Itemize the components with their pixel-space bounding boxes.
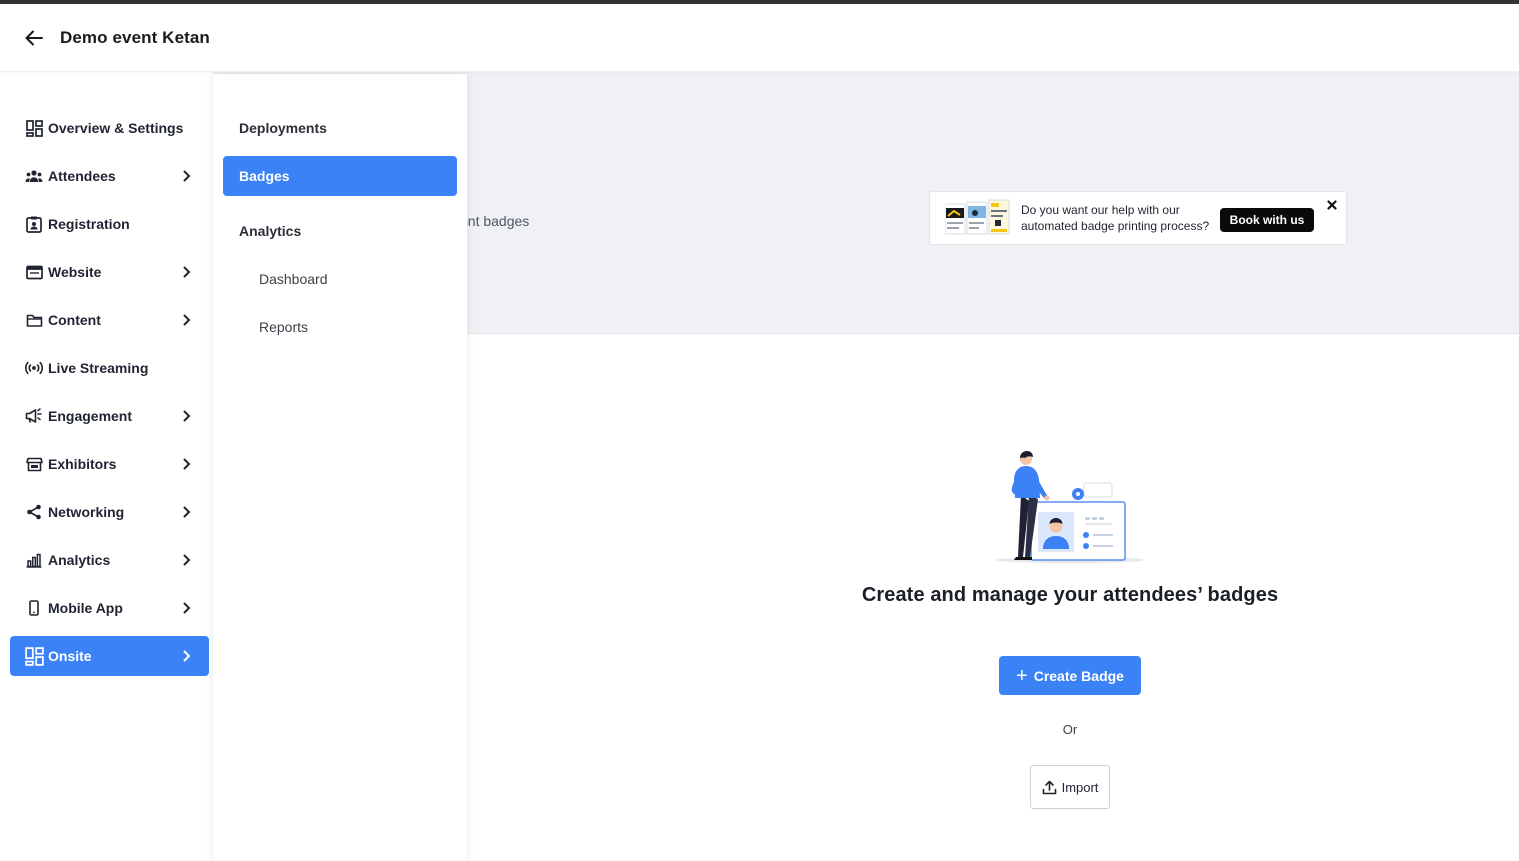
sidebar-item-label: Live Streaming bbox=[48, 360, 149, 376]
sidebar-item-analytics[interactable]: Analytics bbox=[10, 540, 209, 580]
sidebar-item-attendees[interactable]: Attendees bbox=[10, 156, 209, 196]
megaphone-icon bbox=[24, 406, 44, 426]
or-separator: Or bbox=[1062, 722, 1078, 737]
import-button[interactable]: Import bbox=[1030, 765, 1110, 809]
chevron-right-icon bbox=[179, 504, 195, 520]
sidebar-item-website[interactable]: Website bbox=[10, 252, 209, 292]
onsite-submenu: Deployments Badges Analytics Dashboard R… bbox=[213, 74, 467, 861]
sidebar-item-onsite[interactable]: Onsite bbox=[10, 636, 209, 676]
sidebar-item-label: Exhibitors bbox=[48, 456, 117, 472]
create-badge-label: Create Badge bbox=[1033, 667, 1124, 684]
broadcast-icon bbox=[24, 358, 44, 378]
share-nodes-icon bbox=[24, 502, 44, 522]
sidebar-item-label: Website bbox=[48, 264, 102, 280]
sidebar-item-label: Networking bbox=[48, 504, 125, 520]
event-title: Demo event Ketan bbox=[60, 27, 210, 47]
import-label: Import bbox=[1061, 779, 1099, 795]
chevron-right-icon bbox=[179, 408, 195, 424]
chevron-right-icon bbox=[179, 600, 195, 616]
sidebar-item-live-streaming[interactable]: Live Streaming bbox=[10, 348, 209, 388]
submenu-item-badges[interactable]: Badges bbox=[223, 156, 457, 196]
sidebar-item-label: Onsite bbox=[48, 648, 92, 664]
chevron-right-icon bbox=[179, 456, 195, 472]
plus-icon: + bbox=[1016, 664, 1028, 687]
chevron-right-icon bbox=[179, 648, 195, 664]
sidebar-item-label: Analytics bbox=[48, 552, 111, 568]
create-badge-button[interactable]: + Create Badge bbox=[999, 656, 1141, 695]
back-arrow-icon[interactable] bbox=[22, 26, 46, 50]
close-icon[interactable] bbox=[1325, 198, 1339, 212]
sidebar-item-label: Content bbox=[48, 312, 101, 328]
chevron-right-icon bbox=[179, 312, 195, 328]
submenu-item-analytics[interactable]: Analytics bbox=[223, 211, 457, 251]
submenu-item-reports[interactable]: Reports bbox=[223, 307, 457, 347]
badge-printing-promo-banner: Do you want our help with our automated … bbox=[929, 191, 1347, 245]
sidebar-item-registration[interactable]: Registration bbox=[10, 204, 209, 244]
sidebar-item-engagement[interactable]: Engagement bbox=[10, 396, 209, 436]
empty-state-title: Create and manage your attendees’ badges bbox=[861, 584, 1279, 606]
browser-window-icon bbox=[24, 262, 44, 282]
dashboard-grid-icon bbox=[24, 118, 44, 138]
dashboard-grid-icon bbox=[24, 646, 44, 666]
sidebar-item-content[interactable]: Content bbox=[10, 300, 209, 340]
storefront-icon bbox=[24, 454, 44, 474]
upload-icon bbox=[1042, 780, 1056, 794]
chevron-right-icon bbox=[179, 552, 195, 568]
bar-chart-icon bbox=[24, 550, 44, 570]
badge-illustration bbox=[996, 451, 1144, 563]
submenu-item-deployments[interactable]: Deployments bbox=[223, 108, 457, 148]
header-bar: Demo event Ketan bbox=[0, 4, 1519, 72]
chevron-right-icon bbox=[179, 168, 195, 184]
chevron-right-icon bbox=[179, 264, 195, 280]
badges-empty-state: Create and manage your attendees’ badges bbox=[818, 450, 1322, 607]
folder-icon bbox=[24, 310, 44, 330]
sidebar-item-label: Mobile App bbox=[48, 600, 123, 616]
main-sidebar: Overview & Settings Attendees Registrati… bbox=[0, 72, 213, 861]
hidden-subtitle-text: ent badges bbox=[460, 213, 530, 229]
sidebar-item-label: Overview & Settings bbox=[48, 120, 184, 136]
sidebar-item-overview-settings[interactable]: Overview & Settings bbox=[10, 108, 209, 148]
sidebar-item-label: Attendees bbox=[48, 168, 116, 184]
submenu-item-dashboard[interactable]: Dashboard bbox=[223, 259, 457, 299]
book-with-us-button[interactable]: Book with us bbox=[1220, 208, 1314, 232]
people-icon bbox=[24, 166, 44, 186]
promo-message: Do you want our help with our automated … bbox=[1021, 203, 1210, 233]
sidebar-item-exhibitors[interactable]: Exhibitors bbox=[10, 444, 209, 484]
mobile-phone-icon bbox=[24, 598, 44, 618]
sidebar-item-label: Registration bbox=[48, 216, 130, 232]
id-card-icon bbox=[24, 214, 44, 234]
sidebar-item-label: Engagement bbox=[48, 408, 133, 424]
badge-samples-image bbox=[944, 198, 1011, 238]
sidebar-item-networking[interactable]: Networking bbox=[10, 492, 209, 532]
sidebar-item-mobile-app[interactable]: Mobile App bbox=[10, 588, 209, 628]
